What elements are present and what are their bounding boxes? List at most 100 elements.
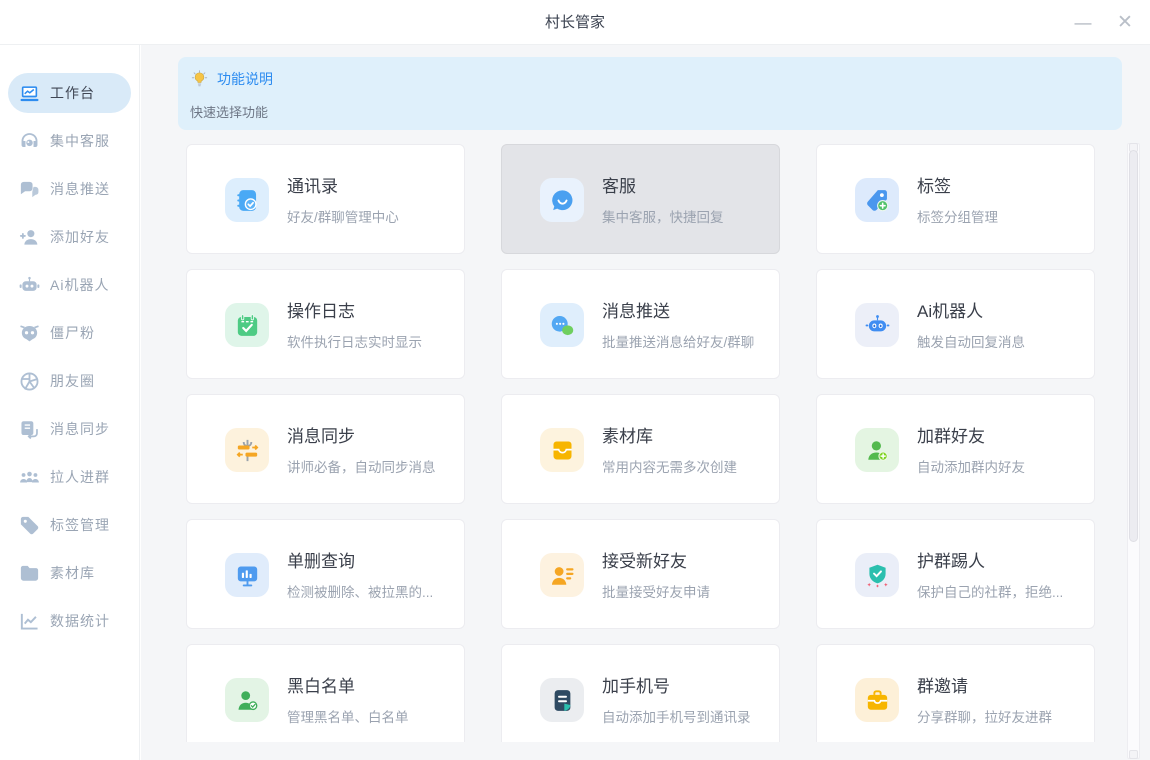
- card-title: 单删查询: [287, 547, 433, 572]
- bulb-icon: [190, 70, 209, 89]
- sidebar-item-label: 集中客服: [50, 131, 110, 151]
- banner-subtitle: 快速选择功能: [178, 89, 1122, 121]
- sidebar-item-central-service[interactable]: 集中客服: [8, 121, 131, 161]
- person-verify-icon: [225, 678, 269, 722]
- sidebar-item-label: 添加好友: [50, 227, 110, 247]
- card-title: 加群好友: [917, 422, 1025, 447]
- person-plus-icon: [18, 226, 41, 249]
- monitor-chart-icon: [225, 553, 269, 597]
- card-description: 自动添加群内好友: [917, 456, 1025, 476]
- feature-card-accept-friend[interactable]: 接受新好友批量接受好友申请: [501, 519, 780, 629]
- sidebar-item-tag-manage[interactable]: 标签管理: [8, 505, 131, 545]
- feature-card-operation-log[interactable]: 操作日志软件执行日志实时显示: [186, 269, 465, 379]
- sidebar-item-label: 素材库: [50, 563, 95, 583]
- sidebar-item-message-push[interactable]: 消息推送: [8, 169, 131, 209]
- ai-robot-icon: [855, 303, 899, 347]
- calendar-check-icon: [225, 303, 269, 347]
- feature-card-message-sync[interactable]: 消息同步讲师必备，自动同步消息: [186, 394, 465, 504]
- sidebar-item-ai-robot[interactable]: Ai机器人: [8, 265, 131, 305]
- feature-card-message-push[interactable]: 消息推送批量推送消息给好友/群聊: [501, 269, 780, 379]
- sidebar-item-label: 消息同步: [50, 419, 110, 439]
- card-title: Ai机器人: [917, 297, 1025, 322]
- card-title: 通讯录: [287, 172, 399, 197]
- sidebar-item-material-lib[interactable]: 素材库: [8, 553, 131, 593]
- card-description: 分享群聊，拉好友进群: [917, 706, 1052, 726]
- window-controls: — ✕: [1066, 0, 1142, 45]
- shield-check-icon: [855, 553, 899, 597]
- feature-card-add-phone[interactable]: 加手机号自动添加手机号到通讯录: [501, 644, 780, 742]
- aperture-icon: [18, 370, 41, 393]
- sidebar-item-label: 标签管理: [50, 515, 110, 535]
- sidebar-item-data-stats[interactable]: 数据统计: [8, 601, 131, 641]
- sidebar-item-label: 消息推送: [50, 179, 110, 199]
- card-description: 保护自己的社群，拒绝...: [917, 581, 1063, 601]
- card-title: 标签: [917, 172, 998, 197]
- card-title: 消息同步: [287, 422, 436, 447]
- person-add-green-icon: [855, 428, 899, 472]
- feature-card-black-white[interactable]: 黑白名单管理黑名单、白名单: [186, 644, 465, 742]
- card-title: 护群踢人: [917, 547, 1063, 572]
- card-description: 自动添加手机号到通讯录: [602, 706, 751, 726]
- people-group-icon: [18, 466, 41, 489]
- vertical-scrollbar[interactable]: [1127, 143, 1140, 759]
- sidebar-item-label: 拉人进群: [50, 467, 110, 487]
- person-list-icon: [540, 553, 584, 597]
- briefcase-share-icon: [855, 678, 899, 722]
- sidebar-item-workbench[interactable]: 工作台: [8, 73, 131, 113]
- chat-bubbles-icon: [18, 178, 41, 201]
- main-content: 通讯录好友/群聊管理中心客服集中客服，快捷回复标签标签分组管理操作日志软件执行日…: [141, 45, 1150, 760]
- feature-card-ai-robot[interactable]: Ai机器人触发自动回复消息: [816, 269, 1095, 379]
- titlebar: 村长管家 — ✕: [0, 0, 1150, 45]
- card-title: 接受新好友: [602, 547, 710, 572]
- sidebar-item-add-friend[interactable]: 添加好友: [8, 217, 131, 257]
- feature-card-group-invite[interactable]: 群邀请分享群聊，拉好友进群: [816, 644, 1095, 742]
- zombie-icon: [18, 322, 41, 345]
- sidebar-item-message-sync[interactable]: 消息同步: [8, 409, 131, 449]
- card-title: 操作日志: [287, 297, 422, 322]
- minimize-button[interactable]: —: [1066, 6, 1100, 40]
- robot-icon: [18, 274, 41, 297]
- workbench-icon: [18, 82, 41, 105]
- card-title: 客服: [602, 172, 724, 197]
- tag-add-icon: [855, 178, 899, 222]
- card-description: 标签分组管理: [917, 206, 998, 226]
- sidebar-item-zombie-fans[interactable]: 僵尸粉: [8, 313, 131, 353]
- card-description: 集中客服，快捷回复: [602, 206, 724, 226]
- card-title: 黑白名单: [287, 672, 409, 697]
- close-button[interactable]: ✕: [1108, 6, 1142, 40]
- card-description: 讲师必备，自动同步消息: [287, 456, 436, 476]
- sidebar-item-label: 工作台: [50, 83, 95, 103]
- sidebar-item-pull-to-group[interactable]: 拉人进群: [8, 457, 131, 497]
- sync-split-icon: [225, 428, 269, 472]
- feature-card-guard-kick[interactable]: 护群踢人保护自己的社群，拒绝...: [816, 519, 1095, 629]
- info-banner: 功能说明 快速选择功能: [178, 57, 1122, 130]
- card-title: 加手机号: [602, 672, 751, 697]
- card-description: 批量接受好友申请: [602, 581, 710, 601]
- feature-card-contacts[interactable]: 通讯录好友/群聊管理中心: [186, 144, 465, 254]
- card-description: 管理黑名单、白名单: [287, 706, 409, 726]
- card-description: 批量推送消息给好友/群聊: [602, 331, 754, 351]
- card-title: 素材库: [602, 422, 737, 447]
- sidebar-item-label: Ai机器人: [50, 275, 109, 295]
- card-title: 消息推送: [602, 297, 754, 322]
- service-chat-icon: [540, 178, 584, 222]
- feature-card-group-friend[interactable]: 加群好友自动添加群内好友: [816, 394, 1095, 504]
- scrollbar-down-button[interactable]: [1129, 750, 1138, 759]
- card-description: 软件执行日志实时显示: [287, 331, 422, 351]
- scrollbar-thumb[interactable]: [1129, 150, 1138, 542]
- card-description: 检测被删除、被拉黑的...: [287, 581, 433, 601]
- feature-card-service[interactable]: 客服集中客服，快捷回复: [501, 144, 780, 254]
- card-description: 常用内容无需多次创建: [602, 456, 737, 476]
- feature-card-tag[interactable]: 标签标签分组管理: [816, 144, 1095, 254]
- feature-card-material-lib[interactable]: 素材库常用内容无需多次创建: [501, 394, 780, 504]
- window-title: 村长管家: [0, 0, 1150, 45]
- notebook-phone-icon: [540, 678, 584, 722]
- contact-book-icon: [225, 178, 269, 222]
- feature-card-delete-check[interactable]: 单删查询检测被删除、被拉黑的...: [186, 519, 465, 629]
- tags-icon: [18, 514, 41, 537]
- inbox-box-icon: [540, 428, 584, 472]
- push-message-icon: [540, 303, 584, 347]
- sidebar-item-moments[interactable]: 朋友圈: [8, 361, 131, 401]
- card-title: 群邀请: [917, 672, 1052, 697]
- card-description: 触发自动回复消息: [917, 331, 1025, 351]
